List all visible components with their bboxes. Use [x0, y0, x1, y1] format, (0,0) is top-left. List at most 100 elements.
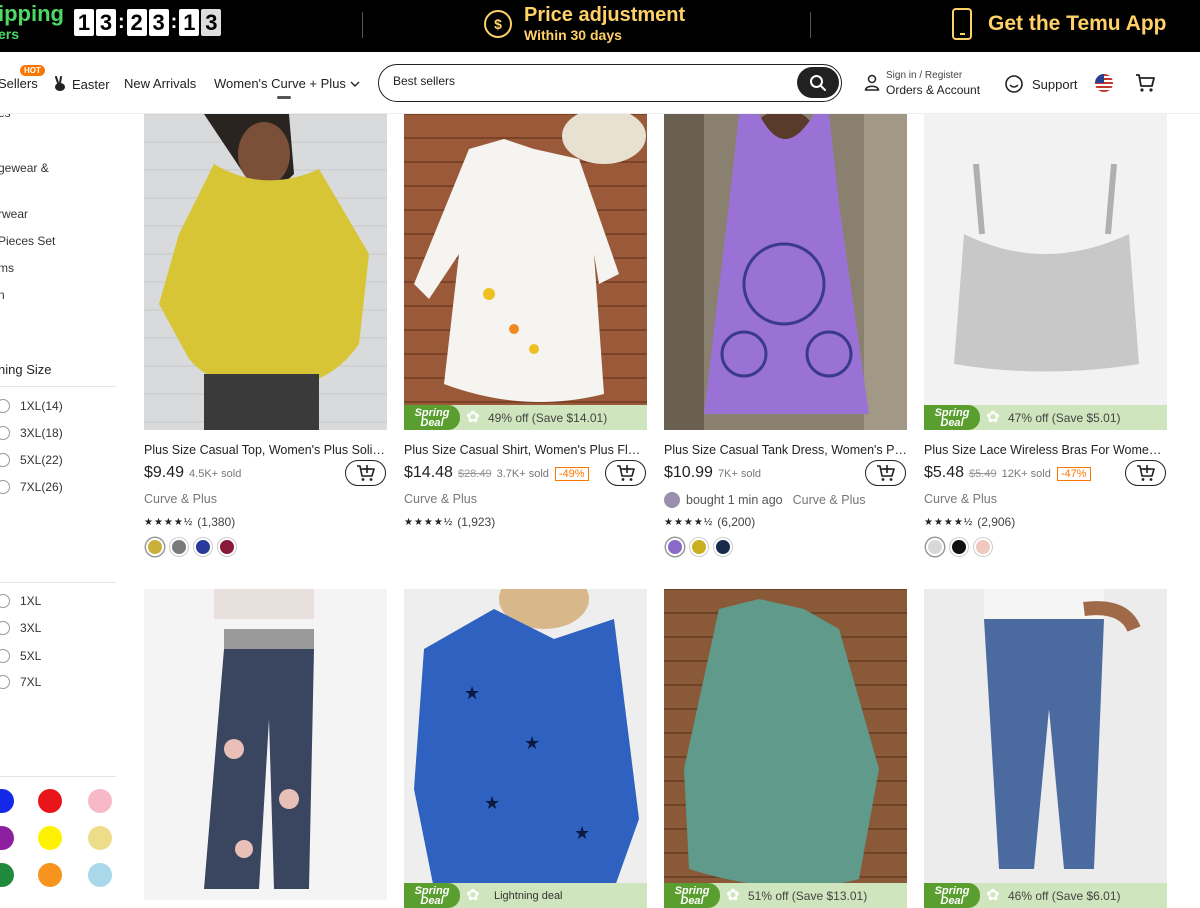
add-to-cart-button[interactable]	[865, 460, 906, 486]
cart-button[interactable]	[1134, 72, 1156, 99]
size-option[interactable]: 7XL(26)	[0, 480, 63, 494]
color-swatch[interactable]	[88, 863, 112, 887]
color-swatch[interactable]	[146, 538, 164, 556]
category-link[interactable]: rwear	[0, 207, 28, 221]
deal-text: 46% off (Save $6.01)	[1008, 888, 1121, 903]
color-swatch[interactable]	[194, 538, 212, 556]
brand-label[interactable]: Curve & Plus	[144, 492, 217, 506]
product-card[interactable]: Spring Deal ✿ 47% off (Save $5.01) Plus …	[924, 114, 1167, 559]
promo-bar: ipping ers 1 3 : 2 3 : 1 3 $ Price adjus…	[0, 0, 1200, 52]
product-title[interactable]: Plus Size Casual Tank Dress, Women's Plu…	[664, 443, 907, 457]
review-count[interactable]: (1,923)	[457, 515, 495, 529]
product-card[interactable]: Spring Deal ✿ 46% off (Save $6.01)	[924, 589, 1167, 908]
nav-item-easter[interactable]: Easter	[52, 76, 110, 92]
product-image[interactable]: ★ ★ ★ ★	[404, 589, 647, 900]
product-card[interactable]: Plus Size Casual Tank Dress, Women's Plu…	[664, 114, 907, 559]
brand-label[interactable]: Curve & Plus	[924, 492, 997, 506]
color-swatch[interactable]	[926, 538, 944, 556]
radio-button[interactable]	[0, 594, 10, 608]
category-link[interactable]: es	[0, 114, 11, 120]
product-card[interactable]	[144, 589, 387, 900]
color-swatch[interactable]	[950, 538, 968, 556]
color-swatch[interactable]	[666, 538, 684, 556]
product-image[interactable]	[664, 589, 907, 900]
color-swatch[interactable]	[0, 789, 14, 813]
shipping-line2: ers	[0, 26, 20, 42]
radio-button[interactable]	[0, 480, 10, 494]
radio-button[interactable]	[0, 426, 10, 440]
support-link[interactable]: Support	[1004, 74, 1078, 94]
price-adjustment-banner[interactable]: $ Price adjustment Within 30 days	[484, 4, 685, 44]
review-count[interactable]: (6,200)	[717, 515, 755, 529]
us-flag-icon[interactable]	[1095, 74, 1113, 92]
color-swatch[interactable]	[0, 863, 14, 887]
radio-button[interactable]	[0, 399, 10, 413]
color-swatch[interactable]	[88, 826, 112, 850]
size-option[interactable]: 3XL(18)	[0, 426, 63, 440]
color-swatch[interactable]	[170, 538, 188, 556]
brand-label[interactable]: Curve & Plus	[793, 493, 866, 507]
category-link[interactable]: n	[0, 288, 5, 302]
color-swatch[interactable]	[38, 789, 62, 813]
product-title[interactable]: Plus Size Casual Top, Women's Plus Solid…	[144, 443, 387, 457]
product-image[interactable]	[144, 114, 387, 430]
product-image[interactable]	[664, 114, 907, 430]
size-option[interactable]: 5XL(22)	[0, 453, 63, 467]
product-title[interactable]: Plus Size Lace Wireless Bras For Women, …	[924, 443, 1167, 457]
color-swatches	[144, 538, 240, 556]
radio-button[interactable]	[0, 453, 10, 467]
product-image[interactable]	[924, 114, 1167, 430]
search-bar	[378, 64, 842, 102]
product-image[interactable]	[924, 589, 1167, 900]
add-to-cart-button[interactable]	[605, 460, 646, 486]
size-option[interactable]: 5XL	[0, 649, 41, 663]
review-count[interactable]: (2,906)	[977, 515, 1015, 529]
color-swatch[interactable]	[714, 538, 732, 556]
category-link[interactable]: gewear &	[0, 161, 49, 175]
product-card[interactable]: Spring Deal ✿ 51% off (Save $13.01)	[664, 589, 907, 908]
product-image[interactable]	[144, 589, 387, 900]
color-swatch[interactable]	[38, 863, 62, 887]
size-option[interactable]: 1XL	[0, 594, 41, 608]
size-option[interactable]: 7XL	[0, 675, 41, 689]
brand-label[interactable]: Curve & Plus	[404, 492, 477, 506]
category-link[interactable]: Pieces Set	[0, 234, 55, 248]
color-swatch[interactable]	[690, 538, 708, 556]
search-input[interactable]	[393, 74, 773, 88]
rating: ★★★★½ (1,380)	[144, 515, 235, 529]
nav-item-womens-curve-plus[interactable]: Women's Curve + Plus	[214, 76, 360, 91]
size-option[interactable]: 3XL	[0, 621, 41, 635]
shipping-line1: ipping	[0, 1, 64, 26]
star-rating: ★★★★½	[144, 516, 194, 528]
category-link[interactable]: ms	[0, 261, 14, 275]
get-app-banner[interactable]: Get the Temu App	[952, 8, 1167, 40]
color-swatch[interactable]	[974, 538, 992, 556]
clothing-size-heading: ning Size	[0, 362, 52, 377]
free-shipping-banner[interactable]: ipping ers	[0, 1, 64, 42]
color-swatch[interactable]	[88, 789, 112, 813]
add-to-cart-button[interactable]	[345, 460, 386, 486]
product-card[interactable]: ★ ★ ★ ★ Spring Deal ✿ Lightning deal	[404, 589, 647, 908]
product-card[interactable]: Plus Size Casual Top, Women's Plus Solid…	[144, 114, 387, 559]
radio-button[interactable]	[0, 649, 10, 663]
color-swatch[interactable]	[38, 826, 62, 850]
product-title[interactable]: Plus Size Casual Shirt, Women's Plus Flo…	[404, 443, 647, 457]
radio-button[interactable]	[0, 675, 10, 689]
original-price: $5.49	[969, 468, 997, 480]
add-to-cart-button[interactable]	[1125, 460, 1166, 486]
flower-icon: ✿	[726, 886, 740, 904]
nav-item-best-sellers[interactable]: Sellers	[0, 76, 38, 91]
deal-text: 49% off (Save $14.01)	[488, 410, 608, 425]
search-button[interactable]	[797, 67, 839, 98]
review-count[interactable]: (1,380)	[197, 515, 235, 529]
color-swatch[interactable]	[218, 538, 236, 556]
size-option[interactable]: 1XL(14)	[0, 399, 63, 413]
price-row: $14.48 $28.49 3.7K+ sold -49%	[404, 464, 589, 482]
color-swatch[interactable]	[0, 826, 14, 850]
radio-button[interactable]	[0, 621, 10, 635]
product-image[interactable]	[404, 114, 647, 430]
product-card[interactable]: Spring Deal ✿ 49% off (Save $14.01) Plus…	[404, 114, 647, 559]
product-price: $9.49	[144, 464, 185, 481]
nav-item-new-arrivals[interactable]: New Arrivals	[124, 76, 196, 91]
account-menu[interactable]: Sign in / Register Orders & Account	[864, 69, 980, 97]
